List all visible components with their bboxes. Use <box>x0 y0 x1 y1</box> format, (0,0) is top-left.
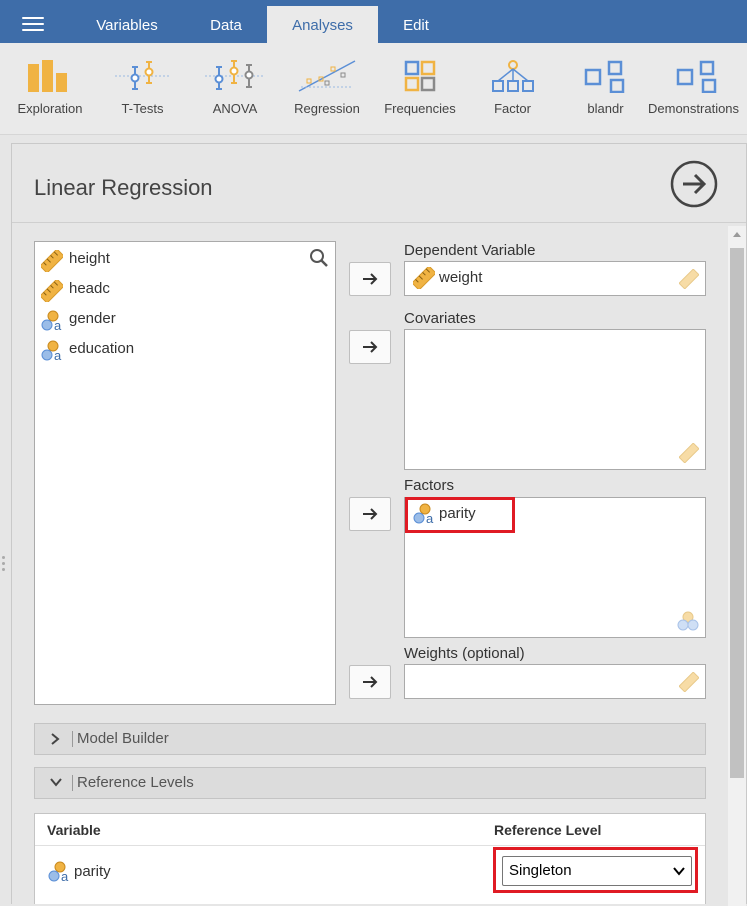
highlight-annotation <box>493 847 698 893</box>
ribbon-demonstrations-button[interactable]: Demonstrations <box>648 43 747 134</box>
factor-icon <box>491 60 534 92</box>
tab-edit[interactable]: Edit <box>380 0 452 43</box>
continuous-ruler-icon <box>41 250 63 272</box>
title-divider <box>12 222 746 223</box>
highlight-annotation <box>405 497 515 533</box>
section-title: Reference Levels <box>77 774 194 791</box>
move-to-dependent-button[interactable] <box>349 262 391 296</box>
section-title: Model Builder <box>77 730 169 747</box>
reference-levels-table: Variable Reference Level a parity Single… <box>34 813 706 904</box>
ribbon-label: Exploration <box>17 101 83 116</box>
ruler-hint-icon <box>679 269 699 289</box>
model-builder-section[interactable]: Model Builder <box>34 723 706 755</box>
section-divider <box>72 775 73 791</box>
ribbon-label: Factor <box>494 101 531 116</box>
variable-name: height <box>69 250 110 267</box>
tab-data[interactable]: Data <box>186 0 266 43</box>
scroll-up-icon[interactable] <box>733 232 741 237</box>
ribbon-t-tests-button[interactable]: T-Tests <box>100 43 185 134</box>
ruler-hint-icon <box>679 443 699 463</box>
nominal-variable-icon: a <box>41 310 62 332</box>
column-header-variable: Variable <box>47 822 101 838</box>
header-divider <box>35 845 705 846</box>
svg-text:a: a <box>61 869 69 883</box>
dependent-variable-box[interactable]: weight <box>404 261 706 296</box>
tab-analyses[interactable]: Analyses <box>267 6 378 43</box>
module-icon <box>676 60 716 93</box>
frequencies-icon <box>404 60 436 92</box>
variable-name: weight <box>439 269 483 286</box>
ribbon-regression-button[interactable]: Regression <box>283 43 371 134</box>
tab-variables[interactable]: Variables <box>78 0 176 43</box>
hamburger-menu-icon[interactable] <box>22 17 44 31</box>
weights-label: Weights (optional) <box>404 645 525 662</box>
run-arrow-icon[interactable] <box>670 160 718 208</box>
arrow-right-icon <box>363 341 378 353</box>
nominal-hint-icon <box>677 611 699 631</box>
nominal-variable-icon: a <box>41 340 62 362</box>
weights-box[interactable] <box>404 664 706 699</box>
chevron-down-icon <box>50 778 62 787</box>
t-tests-icon <box>114 61 171 90</box>
continuous-ruler-icon <box>41 280 63 302</box>
svg-text:a: a <box>54 348 62 362</box>
ribbon-label: blandr <box>587 101 624 116</box>
ruler-hint-icon <box>679 672 699 692</box>
column-header-reference-level: Reference Level <box>494 822 602 838</box>
factors-label: Factors <box>404 477 455 494</box>
anova-icon <box>205 60 265 90</box>
arrow-right-icon <box>363 273 378 285</box>
arrow-right-icon <box>363 676 378 688</box>
ribbon-factor-button[interactable]: Factor <box>470 43 555 134</box>
move-to-covariates-button[interactable] <box>349 330 391 364</box>
variable-name: gender <box>69 310 116 327</box>
chevron-right-icon <box>51 733 60 745</box>
move-to-factors-button[interactable] <box>349 497 391 531</box>
panel-resize-handle[interactable] <box>2 556 6 574</box>
reference-levels-section[interactable]: Reference Levels <box>34 767 706 799</box>
svg-text:a: a <box>54 318 62 332</box>
dependent-variable-label: Dependent Variable <box>404 242 536 259</box>
table-row-variable: parity <box>74 863 111 880</box>
move-to-weights-button[interactable] <box>349 665 391 699</box>
continuous-ruler-icon <box>413 267 435 289</box>
variable-name: education <box>69 340 135 357</box>
options-scrollbar[interactable] <box>728 226 746 906</box>
ribbon-label: Demonstrations <box>648 101 740 116</box>
search-icon[interactable] <box>309 248 329 268</box>
ribbon-label: Regression <box>294 101 360 116</box>
regression-icon <box>298 60 356 92</box>
exploration-icon <box>28 60 67 92</box>
variable-name: headc <box>69 280 110 297</box>
covariates-box[interactable] <box>404 329 706 470</box>
section-divider <box>72 731 73 747</box>
arrow-right-icon <box>363 508 378 520</box>
top-menu-bar: Variables Data Analyses Edit <box>0 0 747 43</box>
module-icon <box>584 60 624 93</box>
scrollbar-thumb[interactable] <box>730 248 744 778</box>
ribbon-label: T-Tests <box>121 101 164 116</box>
ribbon-frequencies-button[interactable]: Frequencies <box>375 43 465 134</box>
available-variables-list[interactable]: height headc a gender a education <box>34 241 336 705</box>
ribbon-label: ANOVA <box>212 101 258 116</box>
ribbon-blandr-button[interactable]: blandr <box>563 43 648 134</box>
ribbon-exploration-button[interactable]: Exploration <box>4 43 96 134</box>
page-title: Linear Regression <box>34 175 213 200</box>
analyses-ribbon: Exploration T-Tests ANOVA Regression Fre… <box>0 43 747 135</box>
ribbon-label: Frequencies <box>384 101 456 116</box>
covariates-label: Covariates <box>404 310 476 327</box>
nominal-variable-icon: a <box>48 861 69 883</box>
ribbon-anova-button[interactable]: ANOVA <box>190 43 280 134</box>
